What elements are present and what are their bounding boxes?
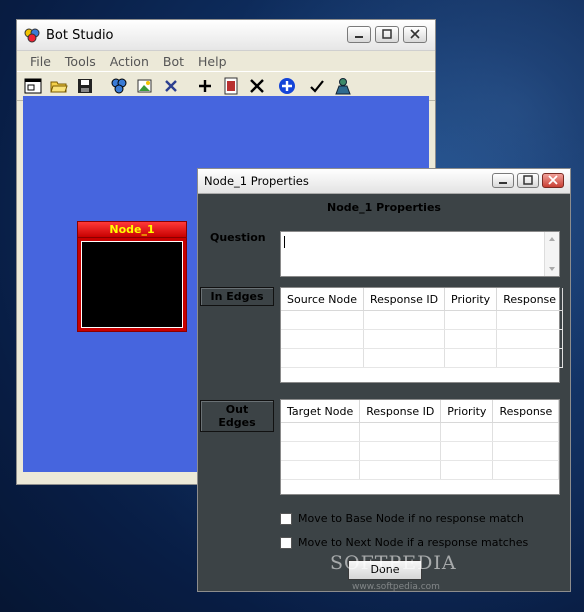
close-button[interactable] <box>403 26 427 43</box>
props-minimize-button[interactable] <box>492 173 514 188</box>
props-window-title: Node_1 Properties <box>204 174 309 188</box>
in-col-response[interactable]: Response <box>496 288 564 311</box>
node-1[interactable]: Node_1 <box>77 221 187 332</box>
image-icon[interactable] <box>135 76 155 96</box>
in-edges-label: In Edges <box>200 287 274 306</box>
out-edges-label: Out Edges <box>200 400 274 432</box>
softpedia-watermark-url: www.softpedia.com <box>352 582 440 592</box>
menu-bot[interactable]: Bot <box>156 54 191 69</box>
props-titlebar[interactable]: Node_1 Properties <box>198 169 570 194</box>
new-window-icon[interactable] <box>23 76 43 96</box>
softpedia-watermark: SOFTPEDIA <box>330 552 457 574</box>
base-node-option[interactable]: Move to Base Node if no response match <box>280 512 524 525</box>
checkmark-icon[interactable] <box>307 76 327 96</box>
table-row[interactable] <box>281 460 560 480</box>
main-titlebar[interactable]: Bot Studio <box>17 20 435 51</box>
menu-bar: File Tools Action Bot Help <box>17 51 435 71</box>
group-icon[interactable] <box>109 76 129 96</box>
props-heading: Node_1 Properties <box>327 201 441 214</box>
question-label: Question <box>210 231 266 244</box>
add-icon[interactable] <box>195 76 215 96</box>
out-col-response-id[interactable]: Response ID <box>359 400 442 423</box>
base-node-checkbox[interactable] <box>280 512 292 525</box>
node-1-content <box>81 241 183 328</box>
add-circle-icon[interactable] <box>277 76 297 96</box>
node-1-body <box>77 238 187 332</box>
props-close-button[interactable] <box>542 173 564 188</box>
record-icon[interactable] <box>221 76 241 96</box>
in-edges-grid[interactable]: Source Node Response ID Priority Respons… <box>280 287 564 383</box>
close-x-icon[interactable] <box>247 76 267 96</box>
node-1-label: Node_1 <box>77 221 187 238</box>
out-col-target-node[interactable]: Target Node <box>281 400 361 423</box>
table-row[interactable] <box>281 329 564 349</box>
table-row[interactable] <box>281 441 560 461</box>
table-row[interactable] <box>281 310 564 330</box>
props-maximize-button[interactable] <box>517 173 539 188</box>
text-caret <box>284 236 285 248</box>
maximize-button[interactable] <box>375 26 399 43</box>
table-row[interactable] <box>281 348 564 368</box>
save-icon[interactable] <box>75 76 95 96</box>
question-textarea[interactable] <box>280 231 560 277</box>
in-col-response-id[interactable]: Response ID <box>363 288 446 311</box>
in-col-source-node[interactable]: Source Node <box>281 288 364 311</box>
out-edges-grid[interactable]: Target Node Response ID Priority Respons… <box>280 399 560 495</box>
question-scrollbar[interactable] <box>544 232 559 276</box>
user-icon[interactable] <box>333 76 353 96</box>
delete-x-icon[interactable] <box>161 76 181 96</box>
menu-tools[interactable]: Tools <box>58 54 103 69</box>
open-folder-icon[interactable] <box>49 76 69 96</box>
next-node-checkbox[interactable] <box>280 536 292 549</box>
bot-studio-app-icon <box>24 27 40 43</box>
node-properties-window: Node_1 Properties Node_1 Properties Ques… <box>197 168 571 592</box>
in-col-priority[interactable]: Priority <box>444 288 498 311</box>
menu-file[interactable]: File <box>23 54 58 69</box>
out-col-priority[interactable]: Priority <box>440 400 494 423</box>
menu-action[interactable]: Action <box>103 54 156 69</box>
out-col-response[interactable]: Response <box>492 400 560 423</box>
minimize-button[interactable] <box>347 26 371 43</box>
menu-help[interactable]: Help <box>191 54 234 69</box>
table-row[interactable] <box>281 422 560 442</box>
base-node-checkbox-label: Move to Base Node if no response match <box>298 512 524 525</box>
next-node-option[interactable]: Move to Next Node if a response matches <box>280 536 528 549</box>
main-window-title: Bot Studio <box>46 27 114 43</box>
next-node-checkbox-label: Move to Next Node if a response matches <box>298 536 529 549</box>
